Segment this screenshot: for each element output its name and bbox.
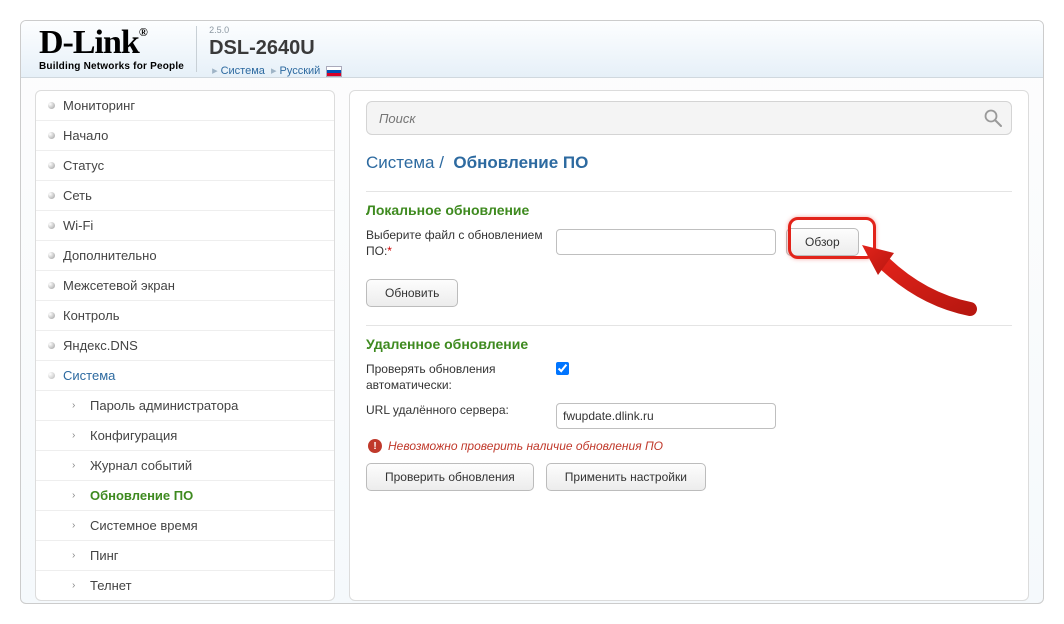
bullet-icon	[48, 132, 55, 139]
logo-brand: D-Link®	[39, 26, 184, 60]
divider	[196, 26, 197, 72]
sidebar-sub-ping[interactable]: ›Пинг	[36, 541, 334, 571]
bullet-icon	[48, 192, 55, 199]
sidebar-item-system[interactable]: Система	[36, 361, 334, 391]
bullet-icon	[48, 222, 55, 229]
sidebar-item-wifi[interactable]: Wi-Fi	[36, 211, 334, 241]
check-updates-button[interactable]: Проверить обновления	[366, 463, 534, 491]
logo: D-Link® Building Networks for People	[39, 26, 184, 72]
chevron-right-icon: ›	[72, 580, 82, 591]
choose-file-label: Выберите файл с обновлением ПО:*	[366, 228, 546, 259]
search-box[interactable]	[366, 101, 1012, 135]
bullet-icon	[48, 102, 55, 109]
chevron-right-icon: ›	[72, 430, 82, 441]
update-button[interactable]: Обновить	[366, 279, 458, 307]
auto-check-label: Проверять обновления автоматически:	[366, 362, 546, 393]
section-remote-update: Удаленное обновление Проверять обновлени…	[366, 325, 1012, 491]
auto-check-checkbox[interactable]	[556, 362, 569, 375]
model-name: DSL-2640U	[209, 37, 342, 60]
chevron-right-icon: ›	[72, 490, 82, 501]
bullet-open-icon	[48, 372, 55, 379]
chevron-right-icon: ›	[72, 550, 82, 561]
remote-url-label: URL удалённого сервера:	[366, 403, 546, 419]
sidebar-sub-systime[interactable]: ›Системное время	[36, 511, 334, 541]
firmware-file-field[interactable]	[556, 229, 776, 255]
sidebar-sub-config[interactable]: ›Конфигурация	[36, 421, 334, 451]
bullet-icon	[48, 162, 55, 169]
remote-heading: Удаленное обновление	[366, 336, 1012, 352]
chevron-right-icon: ›	[72, 400, 82, 411]
apply-settings-button[interactable]: Применить настройки	[546, 463, 706, 491]
crumb-system[interactable]: Система	[221, 65, 265, 77]
model-block: 2.5.0 DSL-2640U ▸Система ▸Русский	[209, 21, 342, 77]
bullet-icon	[48, 312, 55, 319]
sidebar-item-advanced[interactable]: Дополнительно	[36, 241, 334, 271]
section-local-update: Локальное обновление Выберите файл с обн…	[366, 191, 1012, 307]
sidebar-item-yandexdns[interactable]: Яндекс.DNS	[36, 331, 334, 361]
local-heading: Локальное обновление	[366, 202, 1012, 218]
breadcrumb[interactable]: ▸Система ▸Русский	[209, 64, 342, 77]
sidebar-item-network[interactable]: Сеть	[36, 181, 334, 211]
chevron-right-icon: ›	[72, 520, 82, 531]
header: D-Link® Building Networks for People 2.5…	[21, 21, 1043, 78]
page-title: Система / Обновление ПО	[366, 153, 1012, 173]
flag-ru-icon	[326, 66, 342, 77]
bullet-icon	[48, 252, 55, 259]
remote-url-field[interactable]	[556, 403, 776, 429]
sidebar-sub-password[interactable]: ›Пароль администратора	[36, 391, 334, 421]
sidebar-sub-log[interactable]: ›Журнал событий	[36, 451, 334, 481]
error-message: ! Невозможно проверить наличие обновлени…	[368, 439, 1012, 453]
main-panel: Система / Обновление ПО Локальное обновл…	[349, 90, 1029, 601]
sidebar-sub-telnet[interactable]: ›Телнет	[36, 571, 334, 600]
sidebar-sub-firmware[interactable]: ›Обновление ПО	[36, 481, 334, 511]
crumb-language[interactable]: Русский	[280, 65, 321, 77]
bullet-icon	[48, 342, 55, 349]
sidebar: Мониторинг Начало Статус Сеть Wi-Fi Допо…	[35, 90, 335, 601]
sidebar-item-control[interactable]: Контроль	[36, 301, 334, 331]
search-input[interactable]	[379, 111, 975, 126]
bullet-icon	[48, 282, 55, 289]
sidebar-item-status[interactable]: Статус	[36, 151, 334, 181]
sidebar-item-monitoring[interactable]: Мониторинг	[36, 91, 334, 121]
sidebar-item-start[interactable]: Начало	[36, 121, 334, 151]
logo-tagline: Building Networks for People	[39, 62, 184, 72]
error-icon: !	[368, 439, 382, 453]
sidebar-item-firewall[interactable]: Межсетевой экран	[36, 271, 334, 301]
firmware-version: 2.5.0	[209, 25, 342, 35]
browse-button[interactable]: Обзор	[786, 228, 859, 256]
chevron-right-icon: ›	[72, 460, 82, 471]
search-icon	[983, 108, 1003, 128]
